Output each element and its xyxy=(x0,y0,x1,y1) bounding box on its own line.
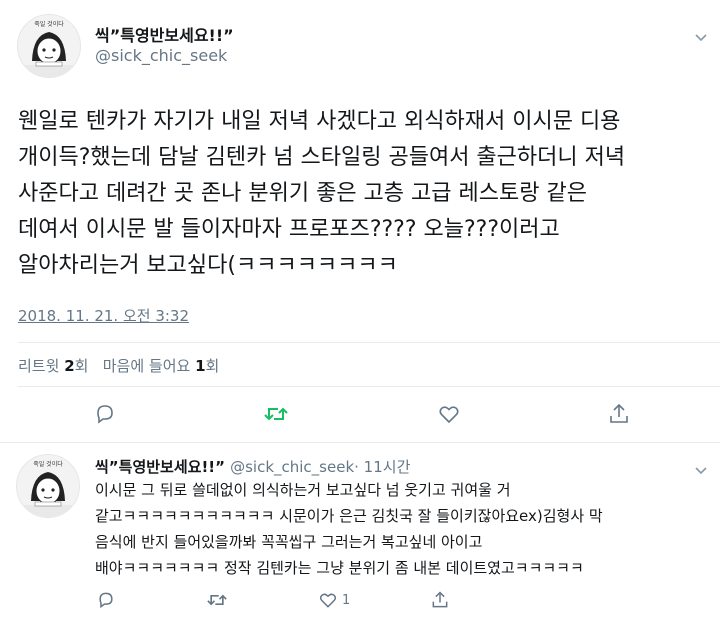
author-name[interactable]: 씩”특영반보세요!!” xyxy=(95,22,234,46)
reply-header: 씩”특영반보세요!!” @sick_chic_seek· 11시간 xyxy=(95,456,410,477)
reply-share-button[interactable] xyxy=(430,590,450,610)
retweets-count: 2 xyxy=(64,357,75,375)
avatar-caption: 죽일 것이다 xyxy=(34,20,64,28)
divider xyxy=(18,342,720,343)
share-button[interactable] xyxy=(607,402,631,426)
divider xyxy=(0,442,720,443)
like-icon xyxy=(439,406,459,424)
likes-label: 마음에 들어요 xyxy=(102,357,191,375)
author-handle[interactable]: @sick_chic_seek xyxy=(95,46,227,65)
likes-unit: 회 xyxy=(205,357,220,375)
more-options-button[interactable] xyxy=(694,28,708,47)
reply-text: 이시문 그 뒤로 쓸데없이 의식하는거 보고싶다 넘 웃기고 귀여울 거 같고ㅋ… xyxy=(95,481,603,577)
share-icon xyxy=(610,403,628,423)
reply-icon xyxy=(97,405,113,424)
reply-time[interactable]: · 11시간 xyxy=(354,458,410,476)
retweets-unit: 회 xyxy=(74,357,89,375)
avatar[interactable]: 죽일 것이다 xyxy=(17,14,81,78)
retweet-icon xyxy=(264,407,288,421)
likes-stat[interactable]: 마음에 들어요 1회 xyxy=(103,357,220,375)
reply-icon xyxy=(99,592,113,609)
avatar-illustration: 죽일 것이다 xyxy=(18,15,80,77)
reply-reply-button[interactable] xyxy=(96,590,116,610)
chevron-down-icon xyxy=(695,34,707,42)
reply-like-count: 1 xyxy=(342,592,351,608)
reply-retweet-button[interactable] xyxy=(206,590,228,610)
share-icon xyxy=(432,591,448,608)
reply-button[interactable] xyxy=(93,402,117,426)
tweet-stats: 리트윗 2회 마음에 들어요 1회 xyxy=(18,355,219,376)
avatar-caption: 죽일 것이다 xyxy=(33,460,63,468)
avatar-illustration: 죽일 것이다 xyxy=(17,455,79,517)
retweets-label: 리트윗 xyxy=(18,357,60,375)
divider xyxy=(18,386,720,387)
like-icon xyxy=(319,593,337,608)
reply-like-button[interactable]: 1 xyxy=(318,590,350,610)
reply-author-handle[interactable]: @sick_chic_seek xyxy=(230,458,354,476)
reply-avatar[interactable]: 죽일 것이다 xyxy=(16,454,80,518)
tweet-timestamp[interactable]: 2018. 11. 21. 오전 3:32 xyxy=(18,305,189,326)
like-button[interactable] xyxy=(437,402,461,426)
tweet-text: 웬일로 텐카가 자기가 내일 저녁 사겠다고 외식하재서 이시문 디용 개이득?… xyxy=(18,109,626,278)
likes-count: 1 xyxy=(195,357,206,375)
retweet-button[interactable] xyxy=(263,402,289,426)
retweets-stat[interactable]: 리트윗 2회 xyxy=(18,357,88,375)
retweet-icon xyxy=(207,594,227,606)
chevron-down-icon xyxy=(695,467,707,475)
reply-author-name[interactable]: 씩”특영반보세요!!” xyxy=(95,458,225,476)
